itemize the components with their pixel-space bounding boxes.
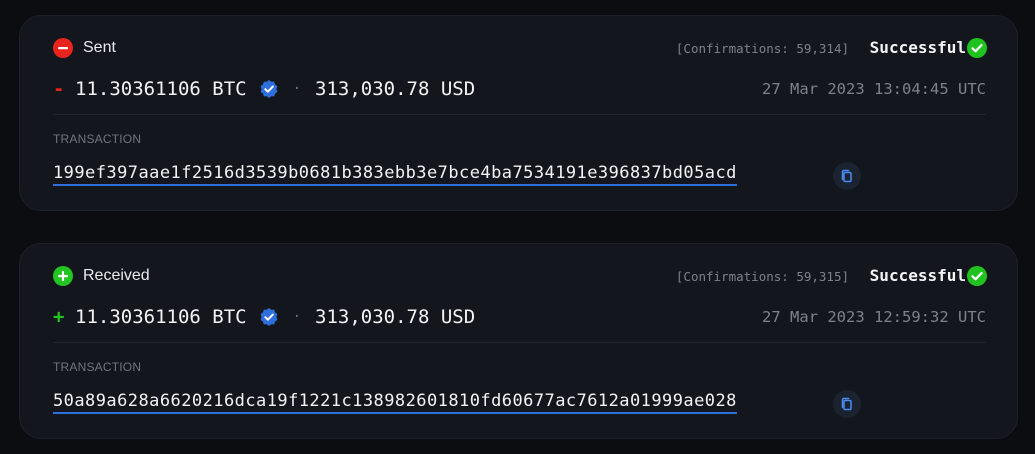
amount-row: + 11.30361106 BTC · 313,030.78 USD (53, 306, 475, 328)
status-text: Successful (869, 266, 966, 285)
transaction-hash-link[interactable]: 199ef397aae1f2516d3539b0681b383ebb3e7bce… (53, 163, 737, 186)
copy-icon (841, 397, 852, 411)
transaction-label: TRANSACTION (53, 132, 142, 146)
amount-sign: - (53, 78, 65, 100)
separator-dot: · (292, 81, 302, 97)
amount-sign: + (53, 306, 65, 328)
btc-amount: 11.30361106 BTC (75, 306, 247, 328)
direction-label: Sent (83, 39, 116, 56)
check-circle-icon (967, 266, 987, 286)
plus-circle-icon (53, 266, 73, 286)
divider (53, 114, 986, 115)
transaction-hash-link[interactable]: 50a89a628a6620216dca19f1221c138982601810… (53, 391, 737, 414)
direction-label: Received (83, 267, 150, 284)
fiat-amount: 313,030.78 USD (315, 78, 476, 100)
fiat-amount: 313,030.78 USD (315, 306, 476, 328)
copy-button[interactable] (833, 162, 861, 190)
verified-badge-icon (259, 307, 279, 327)
copy-button[interactable] (833, 390, 861, 418)
minus-circle-icon (53, 38, 73, 58)
btc-amount: 11.30361106 BTC (75, 78, 247, 100)
confirmations-count: [Confirmations: 59,314] (675, 41, 849, 56)
status-text: Successful (869, 38, 966, 57)
divider (53, 342, 986, 343)
confirmations-count: [Confirmations: 59,315] (675, 269, 849, 284)
timestamp: 27 Mar 2023 13:04:45 UTC (762, 80, 986, 98)
verified-badge-icon (259, 79, 279, 99)
transaction-label: TRANSACTION (53, 360, 142, 374)
separator-dot: · (292, 309, 302, 325)
amount-row: - 11.30361106 BTC · 313,030.78 USD (53, 78, 475, 100)
transaction-card-sent: Sent [Confirmations: 59,314] Successful … (19, 15, 1018, 211)
timestamp: 27 Mar 2023 12:59:32 UTC (762, 308, 986, 326)
transaction-card-received: Received [Confirmations: 59,315] Success… (19, 243, 1018, 439)
check-circle-icon (967, 38, 987, 58)
copy-icon (841, 169, 852, 183)
